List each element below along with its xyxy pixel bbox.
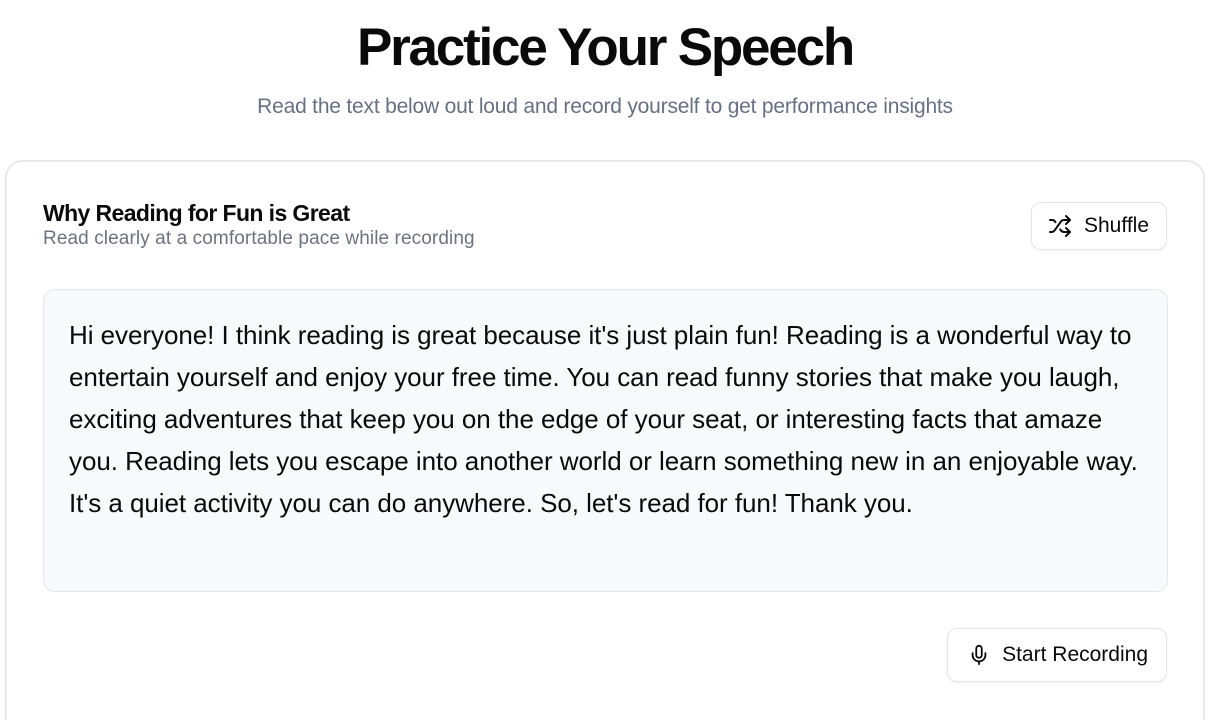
shuffle-button-label: Shuffle — [1084, 214, 1149, 237]
shuffle-button[interactable]: Shuffle — [1031, 202, 1167, 250]
page-title: Practice Your Speech — [356, 18, 855, 77]
page-subtitle: Read the text below out loud and record … — [257, 95, 953, 118]
reading-passage: Hi everyone! I think reading is great be… — [69, 320, 1138, 518]
card-description: Read clearly at a comfortable pace while… — [43, 228, 475, 249]
start-recording-label: Start Recording — [1002, 643, 1148, 666]
shuffle-icon — [1048, 214, 1072, 238]
microphone-icon — [968, 643, 990, 667]
passage-box: Hi everyone! I think reading is great be… — [43, 289, 1168, 592]
card-title: Why Reading for Fun is Great — [43, 200, 350, 226]
start-recording-button[interactable]: Start Recording — [947, 628, 1167, 682]
speech-card: Why Reading for Fun is Great Read clearl… — [5, 160, 1205, 720]
practice-page: Practice Your Speech Read the text below… — [0, 0, 1210, 720]
